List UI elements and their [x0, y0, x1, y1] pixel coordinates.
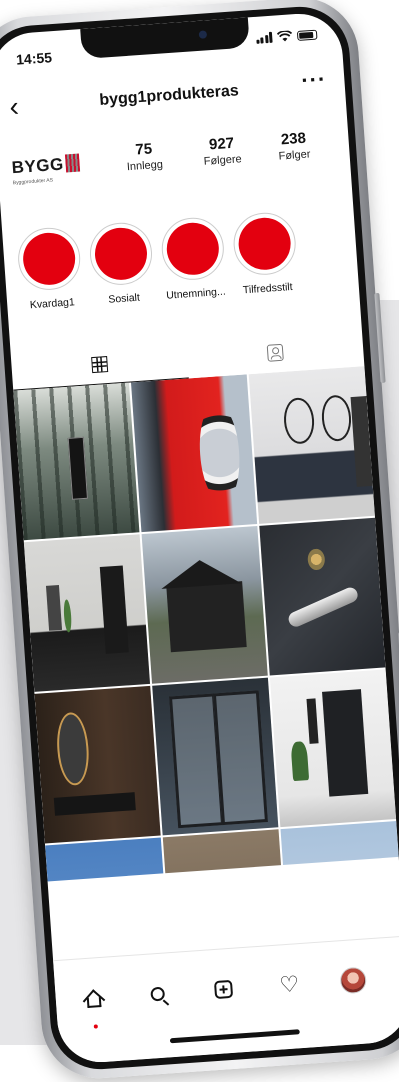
highlight-ring: [159, 215, 226, 282]
highlight-ring: [231, 210, 298, 277]
grid-icon: [91, 355, 109, 373]
grid-post-blue-wall[interactable]: [45, 837, 172, 882]
grid-post-wood-floor[interactable]: [162, 829, 289, 882]
home-indicator[interactable]: [169, 1029, 300, 1044]
stat-posts-value: 75: [134, 140, 153, 159]
stat-following-value: 238: [280, 129, 307, 149]
logo-mark-icon: [64, 153, 81, 173]
profile-summary: BYGG Byggprodukter AS 75 Innlegg 927 Føl…: [0, 119, 352, 213]
stat-posts-label: Innlegg: [126, 158, 164, 174]
highlight-cover: [21, 231, 77, 287]
profile-logo[interactable]: BYGG Byggprodukter AS: [11, 153, 90, 200]
nav-profile[interactable]: [332, 959, 375, 1002]
highlight-ring: [87, 220, 155, 287]
posts-grid: [13, 366, 399, 882]
highlight-label: Utnemning...: [165, 285, 227, 302]
highlight-item[interactable]: Tilfredsstilt: [228, 210, 304, 297]
status-icons: [255, 29, 318, 44]
highlight-label: Tilfredsstilt: [242, 280, 294, 297]
phone-frame: 14:55 ‹ bygg1produkteras ··· BYGG Byggpr…: [0, 0, 399, 1082]
grid-post-light-interior[interactable]: [280, 821, 399, 882]
nav-home[interactable]: [73, 977, 116, 1029]
stat-followers-label: Følgere: [203, 153, 243, 168]
stat-followers[interactable]: 927 Følgere: [186, 133, 258, 169]
grid-post-dark-bathroom[interactable]: [34, 685, 161, 844]
phone-screen: 14:55 ‹ bygg1produkteras ··· BYGG Byggpr…: [0, 10, 399, 1066]
phone-bezel: 14:55 ‹ bygg1produkteras ··· BYGG Byggpr…: [0, 3, 399, 1073]
highlight-cover: [165, 221, 221, 277]
grid-post-glass-doors[interactable]: [152, 677, 279, 836]
avatar: [339, 966, 368, 995]
tagged-icon: [266, 343, 284, 362]
heart-icon: ♡: [278, 971, 301, 998]
story-highlights: Kvardag1 Sosialt Utnemning... Tilfredsst…: [2, 207, 360, 331]
stat-followers-value: 927: [208, 134, 235, 154]
status-time: 14:55: [15, 49, 53, 68]
grid-post-red-washer[interactable]: [130, 374, 258, 533]
nav-activity[interactable]: ♡: [268, 964, 311, 1007]
profile-username: bygg1produkteras: [98, 82, 240, 109]
stat-following-label: Følger: [278, 148, 311, 163]
home-icon: [82, 989, 106, 1012]
stat-following[interactable]: 238 Følger: [258, 128, 330, 164]
grid-post-forest-doorway[interactable]: [13, 382, 140, 541]
grid-post-kitchen[interactable]: [23, 534, 151, 692]
logo-text: BYGG: [11, 154, 65, 178]
camera-icon: [198, 30, 208, 39]
highlight-ring: [16, 225, 83, 292]
grid-post-door-handle[interactable]: [259, 517, 386, 676]
highlight-label: Kvardag1: [29, 296, 76, 312]
stat-posts[interactable]: 75 Innlegg: [108, 139, 180, 175]
highlight-item[interactable]: Utnemning...: [156, 215, 232, 302]
highlight-item[interactable]: Sosialt: [84, 220, 160, 307]
nav-new-post[interactable]: [202, 968, 245, 1011]
wifi-icon: [276, 30, 293, 42]
highlight-cover: [93, 226, 149, 282]
highlight-cover: [236, 216, 293, 272]
bottom-navigation: ♡: [53, 935, 399, 1066]
new-post-icon: [213, 979, 234, 1000]
more-options-icon[interactable]: ···: [300, 66, 327, 94]
signal-icon: [255, 31, 273, 44]
nav-search[interactable]: [136, 973, 179, 1016]
search-icon: [150, 986, 166, 1002]
notification-dot: [93, 1024, 98, 1029]
grid-post-cabin[interactable]: [141, 525, 268, 684]
grid-post-entrance[interactable]: [269, 669, 397, 828]
grid-post-bathroom[interactable]: [248, 366, 375, 524]
battery-icon: [296, 29, 318, 41]
highlight-label: Sosialt: [107, 291, 141, 306]
highlight-item[interactable]: Kvardag1: [12, 225, 88, 312]
